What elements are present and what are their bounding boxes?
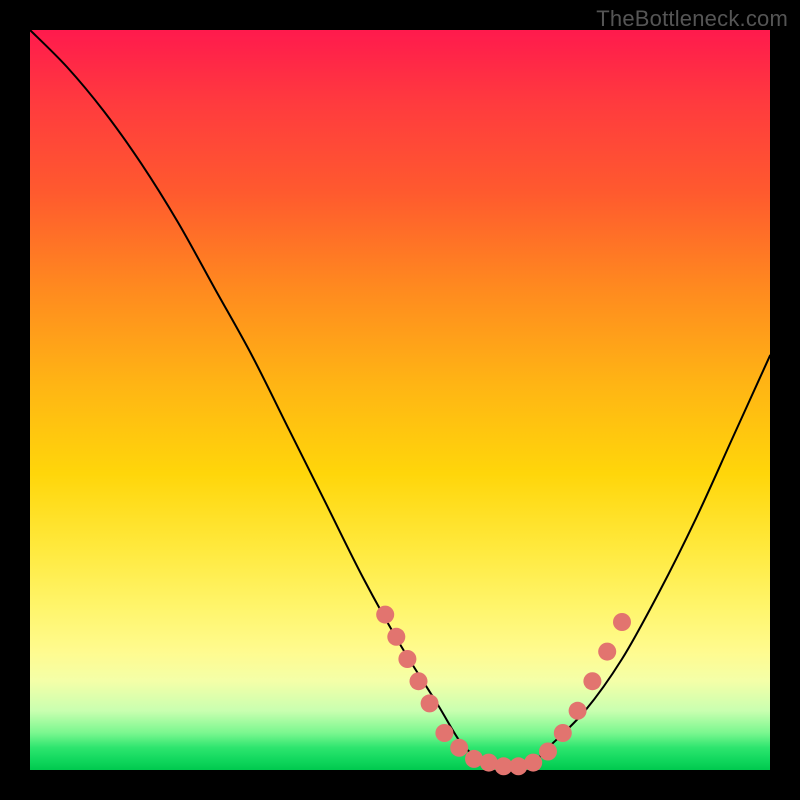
plot-area (30, 30, 770, 770)
highlight-dot (410, 672, 428, 690)
highlight-dot (376, 606, 394, 624)
curve-layer (30, 30, 770, 770)
highlight-dot (554, 724, 572, 742)
highlight-dot (398, 650, 416, 668)
highlight-dot (450, 739, 468, 757)
highlight-dot (387, 628, 405, 646)
chart-frame: TheBottleneck.com (0, 0, 800, 800)
highlight-dot (435, 724, 453, 742)
highlight-dot (598, 643, 616, 661)
highlight-dot (539, 743, 557, 761)
highlight-dot (583, 672, 601, 690)
highlight-dots (376, 606, 631, 776)
highlight-dot (569, 702, 587, 720)
highlight-dot (421, 694, 439, 712)
highlight-dot (524, 754, 542, 772)
highlight-dot (613, 613, 631, 631)
watermark-text: TheBottleneck.com (596, 6, 788, 32)
